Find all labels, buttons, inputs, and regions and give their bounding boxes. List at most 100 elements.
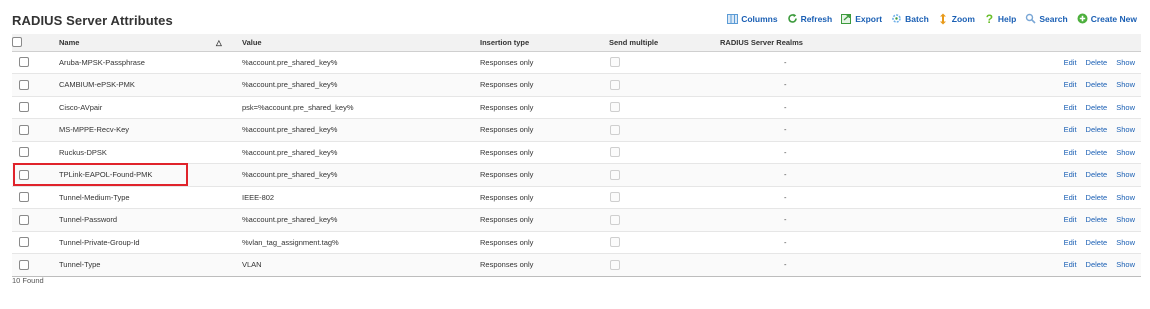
search-button[interactable]: Search: [1025, 13, 1068, 24]
edit-link[interactable]: Edit: [1064, 215, 1077, 224]
send-multiple-checkbox: [610, 124, 620, 135]
show-link[interactable]: Show: [1116, 260, 1135, 269]
show-link[interactable]: Show: [1116, 58, 1135, 67]
header-value[interactable]: Value: [242, 34, 480, 52]
row-select-checkbox[interactable]: [19, 102, 29, 113]
zoom-icon: [938, 13, 949, 24]
edit-link[interactable]: Edit: [1064, 125, 1077, 134]
table-row-highlighted: TPLink-EAPOL-Found-PMK %account.pre_shar…: [12, 163, 1141, 187]
refresh-icon: [787, 13, 798, 24]
row-select-checkbox[interactable]: [19, 169, 29, 180]
table-row: Ruckus-DPSK %account.pre_shared_key% Res…: [12, 141, 1141, 164]
edit-link[interactable]: Edit: [1064, 170, 1077, 179]
delete-link[interactable]: Delete: [1086, 238, 1108, 247]
attribute-value: %account.pre_shared_key%: [242, 51, 480, 74]
attribute-insertion-type: Responses only: [480, 51, 609, 74]
create-new-label: Create New: [1090, 13, 1137, 24]
edit-link[interactable]: Edit: [1064, 193, 1077, 202]
attribute-name: Tunnel-Medium-Type: [59, 186, 242, 209]
attribute-insertion-type: Responses only: [480, 208, 609, 232]
help-button[interactable]: ? Help: [984, 11, 1017, 26]
delete-link[interactable]: Delete: [1086, 80, 1108, 89]
header-send-multiple[interactable]: Send multiple: [609, 34, 720, 52]
edit-link[interactable]: Edit: [1064, 238, 1077, 247]
refresh-label: Refresh: [800, 13, 833, 24]
delete-link[interactable]: Delete: [1086, 148, 1108, 157]
results-count: 10 Found: [12, 276, 44, 285]
send-multiple-checkbox: [610, 102, 620, 113]
edit-link[interactable]: Edit: [1064, 148, 1077, 157]
attribute-name: MS-MPPE-Recv-Key: [59, 118, 242, 142]
attribute-insertion-type: Responses only: [480, 186, 609, 209]
table-row: Tunnel-Password %account.pre_shared_key%…: [12, 208, 1141, 232]
show-link[interactable]: Show: [1116, 80, 1135, 89]
row-select-checkbox[interactable]: [19, 192, 29, 203]
select-all-checkbox[interactable]: [12, 37, 22, 48]
row-select-checkbox[interactable]: [19, 259, 29, 270]
attribute-insertion-type: Responses only: [480, 141, 609, 164]
zoom-button[interactable]: Zoom: [938, 13, 975, 24]
attribute-realms: -: [720, 96, 886, 119]
row-select-checkbox[interactable]: [19, 124, 29, 135]
attribute-value: IEEE-802: [242, 186, 480, 209]
attribute-value: %account.pre_shared_key%: [242, 163, 480, 187]
attribute-name: Tunnel-Private-Group-Id: [59, 231, 242, 254]
attribute-realms: -: [720, 118, 886, 142]
attribute-realms: -: [720, 253, 886, 277]
send-multiple-checkbox: [610, 147, 620, 158]
delete-link[interactable]: Delete: [1086, 193, 1108, 202]
delete-link[interactable]: Delete: [1086, 215, 1108, 224]
row-select-checkbox[interactable]: [19, 147, 29, 158]
attribute-realms: -: [720, 208, 886, 232]
send-multiple-checkbox: [610, 169, 620, 180]
show-link[interactable]: Show: [1116, 170, 1135, 179]
delete-link[interactable]: Delete: [1086, 260, 1108, 269]
header-name[interactable]: Name: [59, 34, 216, 52]
table-row: CAMBIUM-ePSK-PMK %account.pre_shared_key…: [12, 73, 1141, 97]
export-button[interactable]: Export: [841, 13, 882, 24]
show-link[interactable]: Show: [1116, 193, 1135, 202]
row-select-checkbox[interactable]: [19, 214, 29, 225]
show-link[interactable]: Show: [1116, 125, 1135, 134]
help-label: Help: [997, 13, 1017, 24]
edit-link[interactable]: Edit: [1064, 260, 1077, 269]
row-select-checkbox[interactable]: [19, 237, 29, 248]
delete-link[interactable]: Delete: [1086, 58, 1108, 67]
columns-button[interactable]: Columns: [727, 13, 778, 24]
attribute-value: %account.pre_shared_key%: [242, 118, 480, 142]
sort-indicator-icon[interactable]: △: [216, 34, 242, 52]
show-link[interactable]: Show: [1116, 103, 1135, 112]
attribute-value: %vlan_tag_assignment.tag%: [242, 231, 480, 254]
table-row: Tunnel-Private-Group-Id %vlan_tag_assign…: [12, 231, 1141, 254]
header-radius-server-realms[interactable]: RADIUS Server Realms: [720, 34, 886, 52]
attribute-realms: -: [720, 231, 886, 254]
delete-link[interactable]: Delete: [1086, 125, 1108, 134]
row-select-checkbox[interactable]: [19, 79, 29, 90]
show-link[interactable]: Show: [1116, 215, 1135, 224]
refresh-button[interactable]: Refresh: [787, 13, 833, 24]
help-icon: ?: [985, 11, 994, 26]
delete-link[interactable]: Delete: [1086, 103, 1108, 112]
attribute-name: Aruba-MPSK-Passphrase: [59, 51, 242, 74]
edit-link[interactable]: Edit: [1064, 80, 1077, 89]
create-new-icon: [1077, 13, 1088, 24]
edit-link[interactable]: Edit: [1064, 103, 1077, 112]
attribute-name: Ruckus-DPSK: [59, 141, 242, 164]
batch-button[interactable]: Batch: [891, 13, 929, 24]
edit-link[interactable]: Edit: [1064, 58, 1077, 67]
table-row: Tunnel-Type VLAN Responses only - Edit De…: [12, 253, 1141, 277]
attribute-name: TPLink-EAPOL-Found-PMK: [59, 163, 242, 187]
attribute-name: Cisco-AVpair: [59, 96, 242, 119]
attribute-name: Tunnel-Type: [59, 253, 242, 277]
show-link[interactable]: Show: [1116, 148, 1135, 157]
row-select-checkbox[interactable]: [19, 57, 29, 68]
columns-icon: [727, 13, 739, 24]
attribute-value: %account.pre_shared_key%: [242, 73, 480, 97]
delete-link[interactable]: Delete: [1086, 170, 1108, 179]
table-row: MS-MPPE-Recv-Key %account.pre_shared_key…: [12, 118, 1141, 142]
header-insertion-type[interactable]: Insertion type: [480, 34, 609, 52]
show-link[interactable]: Show: [1116, 238, 1135, 247]
create-new-button[interactable]: Create New: [1077, 13, 1137, 24]
send-multiple-checkbox: [610, 192, 620, 203]
attribute-value: %account.pre_shared_key%: [242, 141, 480, 164]
